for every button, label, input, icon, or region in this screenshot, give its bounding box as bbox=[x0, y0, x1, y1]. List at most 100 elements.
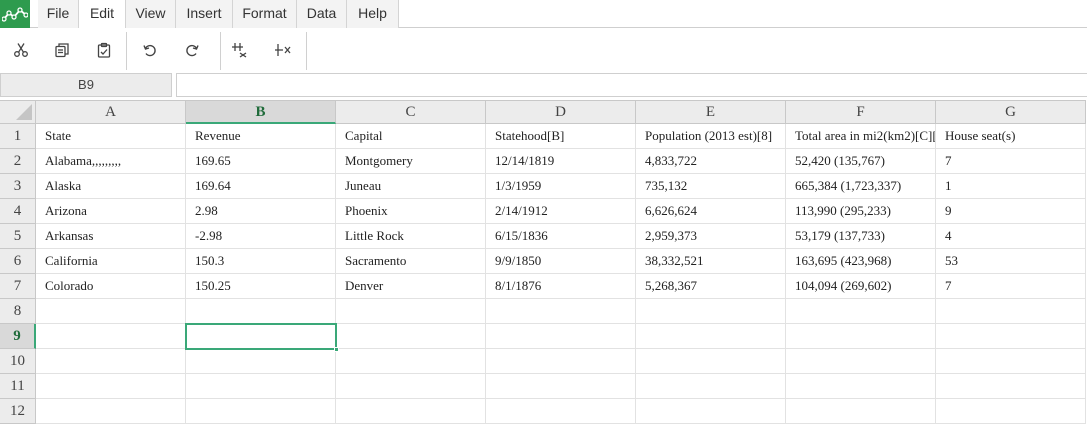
cell-e2[interactable]: 4,833,722 bbox=[636, 149, 786, 174]
menu-view[interactable]: View bbox=[126, 0, 176, 28]
cell-a8[interactable] bbox=[36, 299, 186, 324]
cell-a4[interactable]: Arizona bbox=[36, 199, 186, 224]
redo-icon[interactable] bbox=[178, 36, 206, 64]
cell-a6[interactable]: California bbox=[36, 249, 186, 274]
cell-f1[interactable]: Total area in mi2(km2)[C][ bbox=[786, 124, 936, 149]
column-header-a[interactable]: A bbox=[36, 100, 186, 124]
cell-g5[interactable]: 4 bbox=[936, 224, 1086, 249]
row-header-2[interactable]: 2 bbox=[0, 149, 36, 174]
cell-e11[interactable] bbox=[636, 374, 786, 399]
cell-a12[interactable] bbox=[36, 399, 186, 424]
cell-g8[interactable] bbox=[936, 299, 1086, 324]
cell-e9[interactable] bbox=[636, 324, 786, 349]
name-box[interactable]: B9 bbox=[0, 73, 172, 97]
cell-f4[interactable]: 113,990 (295,233) bbox=[786, 199, 936, 224]
cell-f2[interactable]: 52,420 (135,767) bbox=[786, 149, 936, 174]
menu-edit[interactable]: Edit bbox=[79, 0, 126, 28]
undo-icon[interactable] bbox=[136, 36, 164, 64]
row-header-9[interactable]: 9 bbox=[0, 324, 36, 349]
row-header-10[interactable]: 10 bbox=[0, 349, 36, 374]
cell-d4[interactable]: 2/14/1912 bbox=[486, 199, 636, 224]
cell-g4[interactable]: 9 bbox=[936, 199, 1086, 224]
cell-g7[interactable]: 7 bbox=[936, 274, 1086, 299]
cell-a5[interactable]: Arkansas bbox=[36, 224, 186, 249]
cell-d2[interactable]: 12/14/1819 bbox=[486, 149, 636, 174]
cell-c11[interactable] bbox=[336, 374, 486, 399]
menu-help[interactable]: Help bbox=[347, 0, 399, 28]
column-header-d[interactable]: D bbox=[486, 100, 636, 124]
menu-file[interactable]: File bbox=[38, 0, 79, 28]
cell-e8[interactable] bbox=[636, 299, 786, 324]
cell-b9[interactable] bbox=[186, 324, 336, 349]
formula-input[interactable] bbox=[176, 73, 1087, 97]
menu-format[interactable]: Format bbox=[233, 0, 297, 28]
select-all-corner[interactable] bbox=[0, 100, 36, 124]
row-header-1[interactable]: 1 bbox=[0, 124, 36, 149]
row-header-3[interactable]: 3 bbox=[0, 174, 36, 199]
cell-b6[interactable]: 150.3 bbox=[186, 249, 336, 274]
spreadsheet-logo-icon[interactable] bbox=[0, 0, 30, 28]
cell-b10[interactable] bbox=[186, 349, 336, 374]
cell-g9[interactable] bbox=[936, 324, 1086, 349]
cell-f8[interactable] bbox=[786, 299, 936, 324]
cell-d8[interactable] bbox=[486, 299, 636, 324]
cell-g10[interactable] bbox=[936, 349, 1086, 374]
row-header-6[interactable]: 6 bbox=[0, 249, 36, 274]
cell-e7[interactable]: 5,268,367 bbox=[636, 274, 786, 299]
cell-a7[interactable]: Colorado bbox=[36, 274, 186, 299]
cell-f11[interactable] bbox=[786, 374, 936, 399]
cell-a2[interactable]: Alabama,,,,,,,,, bbox=[36, 149, 186, 174]
cell-a9[interactable] bbox=[36, 324, 186, 349]
cell-f3[interactable]: 665,384 (1,723,337) bbox=[786, 174, 936, 199]
cell-c9[interactable] bbox=[336, 324, 486, 349]
row-header-11[interactable]: 11 bbox=[0, 374, 36, 399]
row-header-7[interactable]: 7 bbox=[0, 274, 36, 299]
cell-e12[interactable] bbox=[636, 399, 786, 424]
cut-icon[interactable] bbox=[7, 36, 35, 64]
row-header-4[interactable]: 4 bbox=[0, 199, 36, 224]
cell-g2[interactable]: 7 bbox=[936, 149, 1086, 174]
paste-icon[interactable] bbox=[90, 36, 118, 64]
cell-d9[interactable] bbox=[486, 324, 636, 349]
cell-b5[interactable]: -2.98 bbox=[186, 224, 336, 249]
cell-e5[interactable]: 2,959,373 bbox=[636, 224, 786, 249]
insert-column-icon[interactable] bbox=[226, 36, 254, 64]
cell-d1[interactable]: Statehood[B] bbox=[486, 124, 636, 149]
copy-icon[interactable] bbox=[48, 36, 76, 64]
menu-insert[interactable]: Insert bbox=[176, 0, 233, 28]
column-header-f[interactable]: F bbox=[786, 100, 936, 124]
menu-data[interactable]: Data bbox=[297, 0, 347, 28]
cell-g1[interactable]: House seat(s) bbox=[936, 124, 1086, 149]
cell-c2[interactable]: Montgomery bbox=[336, 149, 486, 174]
cell-g3[interactable]: 1 bbox=[936, 174, 1086, 199]
cell-c10[interactable] bbox=[336, 349, 486, 374]
cell-c5[interactable]: Little Rock bbox=[336, 224, 486, 249]
cell-e3[interactable]: 735,132 bbox=[636, 174, 786, 199]
cell-b7[interactable]: 150.25 bbox=[186, 274, 336, 299]
cell-g12[interactable] bbox=[936, 399, 1086, 424]
column-header-c[interactable]: C bbox=[336, 100, 486, 124]
cell-f7[interactable]: 104,094 (269,602) bbox=[786, 274, 936, 299]
column-header-b[interactable]: B bbox=[186, 100, 336, 124]
cell-c7[interactable]: Denver bbox=[336, 274, 486, 299]
cell-g6[interactable]: 53 bbox=[936, 249, 1086, 274]
cell-b11[interactable] bbox=[186, 374, 336, 399]
cell-b1[interactable]: Revenue bbox=[186, 124, 336, 149]
cell-b3[interactable]: 169.64 bbox=[186, 174, 336, 199]
cell-e1[interactable]: Population (2013 est)[8] bbox=[636, 124, 786, 149]
cell-a3[interactable]: Alaska bbox=[36, 174, 186, 199]
cell-c12[interactable] bbox=[336, 399, 486, 424]
row-header-8[interactable]: 8 bbox=[0, 299, 36, 324]
cell-f10[interactable] bbox=[786, 349, 936, 374]
cell-f9[interactable] bbox=[786, 324, 936, 349]
cell-d3[interactable]: 1/3/1959 bbox=[486, 174, 636, 199]
cell-d12[interactable] bbox=[486, 399, 636, 424]
cell-c8[interactable] bbox=[336, 299, 486, 324]
cell-f6[interactable]: 163,695 (423,968) bbox=[786, 249, 936, 274]
cell-e6[interactable]: 38,332,521 bbox=[636, 249, 786, 274]
cell-f5[interactable]: 53,179 (137,733) bbox=[786, 224, 936, 249]
cell-b12[interactable] bbox=[186, 399, 336, 424]
cell-d10[interactable] bbox=[486, 349, 636, 374]
cell-d7[interactable]: 8/1/1876 bbox=[486, 274, 636, 299]
cell-c1[interactable]: Capital bbox=[336, 124, 486, 149]
